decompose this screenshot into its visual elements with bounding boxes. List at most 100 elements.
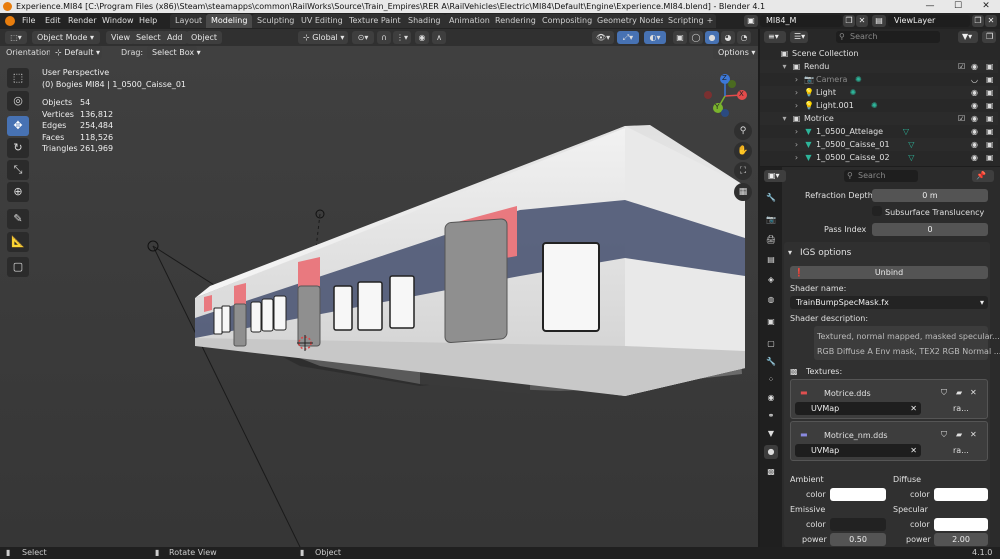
tab-shading[interactable]: Shading [403, 14, 446, 28]
visibility-eye-icon[interactable]: ◉ [971, 112, 978, 125]
scene-icon[interactable]: ▣ [744, 15, 758, 27]
maximize-button[interactable]: ☐ [944, 0, 972, 13]
new-view-layer-icon[interactable]: ❐ [972, 15, 984, 27]
transform-orientation-dropdown[interactable]: ⊹ Global ▾ [298, 31, 348, 44]
modifiers-tab-icon[interactable]: 🔧 [764, 355, 778, 369]
outliner-row[interactable]: ▾ ▣ Motrice ☑ ◉ ▣ [760, 112, 998, 125]
delete-icon[interactable]: ✕ [970, 388, 977, 397]
render-camera-icon[interactable]: ▣ [986, 60, 994, 73]
menu-render[interactable]: Render [68, 15, 96, 27]
texture-1-name[interactable]: Motrice.dds [824, 389, 871, 398]
view-layer-field[interactable]: ViewLayer [888, 15, 970, 27]
camera-view-icon[interactable]: ⛶ [734, 162, 752, 180]
scene-tab-icon[interactable]: ◈ [764, 273, 778, 287]
menu-help[interactable]: Help [139, 15, 157, 27]
chevron-right-icon[interactable]: › [792, 153, 801, 162]
editor-type-icon[interactable]: ⬚▾ [5, 31, 27, 44]
render-camera-icon[interactable]: ▣ [986, 73, 994, 86]
properties-editor-icon[interactable]: ▣▾ [764, 170, 786, 182]
snap-icon[interactable]: ∩ [377, 31, 391, 44]
outliner-display-mode-icon[interactable]: ☰▾ [790, 31, 808, 43]
perspective-toggle-icon[interactable]: ▦ [734, 183, 752, 201]
delete-view-layer-icon[interactable]: ✕ [985, 15, 997, 27]
add-cube-tool-icon[interactable]: ▢ [7, 257, 29, 277]
outliner-row[interactable]: ▾ ▣ Rendu ☑ ◉ ▣ [760, 60, 998, 73]
drag-dropdown[interactable]: Select Box ▾ [147, 46, 201, 59]
igs-panel-title[interactable]: IGS options [800, 248, 851, 258]
chevron-right-icon[interactable]: › [792, 127, 801, 136]
folder-icon[interactable]: ▰ [956, 388, 962, 397]
move-tool-icon[interactable]: ✥ [7, 116, 29, 136]
light-data-icon[interactable]: ✺ [849, 88, 858, 97]
cursor-tool-icon[interactable]: ◎ [7, 91, 29, 111]
view-layer-icon[interactable]: ▤ [872, 15, 886, 27]
render-camera-icon[interactable]: ▣ [986, 125, 994, 138]
pan-hand-icon[interactable]: ✋ [734, 142, 752, 160]
chevron-down-icon[interactable]: ▾ [780, 114, 789, 123]
tab-sculpting[interactable]: Sculpting [252, 14, 300, 28]
options-dropdown[interactable]: Options ▾ [713, 46, 758, 59]
solid-shading-icon[interactable]: ● [705, 31, 719, 44]
texture-2-name[interactable]: Motrice_nm.dds [824, 431, 888, 440]
minimize-button[interactable]: — [916, 0, 944, 13]
rendered-shading-icon[interactable]: ◔ [737, 31, 751, 44]
texture-2-uvmap-field[interactable]: UVMap ✕ [795, 444, 921, 457]
emissive-power-field[interactable]: 0.50 [830, 533, 886, 546]
add-workspace-button[interactable]: + [704, 14, 716, 28]
exclude-checkbox-icon[interactable]: ☑ [958, 60, 965, 73]
menu-select[interactable]: Select [131, 31, 166, 44]
physics-tab-icon[interactable]: ◉ [764, 391, 778, 405]
exclude-checkbox-icon[interactable]: ☑ [958, 112, 965, 125]
xray-icon[interactable]: ▣ [673, 31, 687, 44]
chevron-right-icon[interactable]: › [792, 140, 801, 149]
delete-scene-icon[interactable]: ✕ [856, 15, 868, 27]
emissive-color-swatch[interactable] [830, 518, 886, 531]
gizmo-icon[interactable]: ⤢▾ [617, 31, 639, 44]
ambient-color-swatch[interactable] [830, 488, 886, 501]
tab-animation[interactable]: Animation [444, 14, 495, 28]
material-tab-icon[interactable]: ● [764, 445, 778, 459]
tab-layout[interactable]: Layout [170, 14, 208, 28]
outliner-row[interactable]: › ▼ 1_0500_Attelage ▽ ◉ ▣ [760, 125, 998, 138]
menu-object[interactable]: Object [186, 31, 223, 44]
diffuse-color-swatch[interactable] [934, 488, 988, 501]
folder-icon[interactable]: ▰ [956, 430, 962, 439]
tab-geometry-nodes[interactable]: Geometry Nodes [592, 14, 670, 28]
delete-icon[interactable]: ✕ [970, 430, 977, 439]
chevron-right-icon[interactable]: › [792, 88, 801, 97]
wireframe-shading-icon[interactable]: ◯ [689, 31, 703, 44]
tab-modeling[interactable]: Modeling [206, 14, 253, 28]
shield-icon[interactable]: ⛉ [941, 430, 947, 440]
tab-uv-editing[interactable]: UV Editing [296, 14, 348, 28]
texture-1-extra[interactable]: ra... [953, 404, 969, 413]
outliner-row[interactable]: › 📷 Camera ✺ ◡ ▣ [760, 73, 998, 86]
render-camera-icon[interactable]: ▣ [986, 86, 994, 99]
view-layer-tab-icon[interactable]: ▤ [764, 253, 778, 267]
outliner-row[interactable]: ▣ Scene Collection [760, 47, 998, 60]
world-tab-icon[interactable]: ◍ [764, 293, 778, 307]
tab-scripting[interactable]: Scripting [663, 14, 709, 28]
new-collection-icon[interactable]: ❐ [982, 31, 996, 43]
outliner-row[interactable]: › ▼ 1_0500_Caisse_02 ▽ ◉ ▣ [760, 151, 998, 164]
mesh-data-icon[interactable]: ▽ [907, 140, 916, 149]
visibility-eye-icon[interactable]: ◡ [971, 73, 978, 86]
render-tab-icon[interactable]: 📷 [764, 213, 778, 227]
render-camera-icon[interactable]: ▣ [986, 138, 994, 151]
close-window-button[interactable]: ✕ [972, 0, 1000, 13]
visibility-eye-icon[interactable]: ◉ [971, 99, 978, 112]
visibility-eye-icon[interactable]: ◉ [971, 125, 978, 138]
material-shading-icon[interactable]: ◕ [721, 31, 735, 44]
mode-dropdown[interactable]: Object Mode ▾ [32, 31, 100, 44]
clear-icon[interactable]: ✕ [910, 444, 917, 457]
proportional-edit-icon[interactable]: ◉ [415, 31, 429, 44]
visibility-eye-icon[interactable]: ◉ [971, 86, 978, 99]
outliner-editor-icon[interactable]: ≡▾ [764, 31, 786, 43]
menu-add[interactable]: Add [162, 31, 188, 44]
visibility-eye-icon[interactable]: ◉ [971, 60, 978, 73]
visibility-eye-icon[interactable]: ◉ [971, 151, 978, 164]
visibility-eye-icon[interactable]: ◉ [971, 138, 978, 151]
menu-window[interactable]: Window [102, 15, 134, 27]
select-box-tool-icon[interactable]: ⬚ [7, 68, 29, 88]
blender-menu-icon[interactable] [5, 16, 15, 26]
mesh-data-icon[interactable]: ▽ [907, 153, 916, 162]
